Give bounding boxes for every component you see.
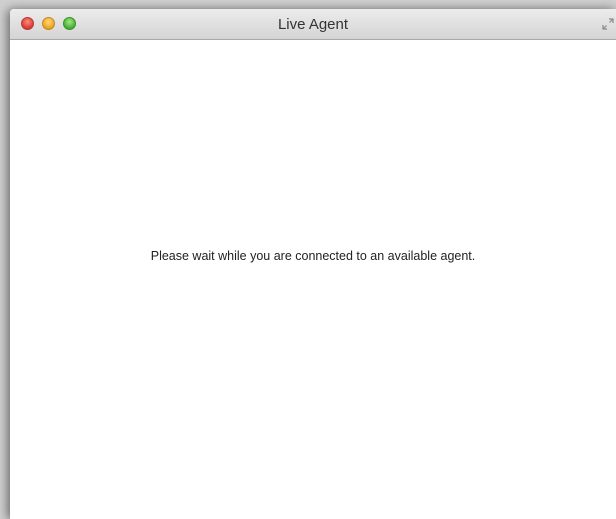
window-title: Live Agent: [277, 16, 349, 33]
chat-content-area: Please wait while you are connected to a…: [10, 40, 616, 519]
app-window: Live Agent Please wait while you are con…: [10, 9, 616, 519]
title-bar[interactable]: Live Agent: [10, 9, 616, 40]
waiting-message: Please wait while you are connected to a…: [150, 249, 476, 263]
fullscreen-icon[interactable]: [602, 17, 614, 30]
